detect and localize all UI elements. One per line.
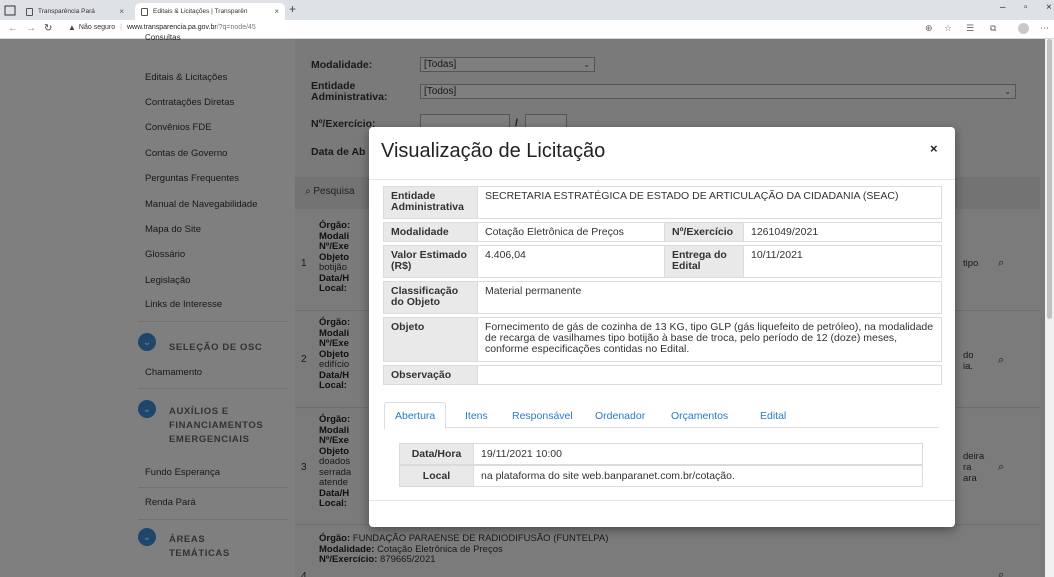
modal-title: Visualização de Licitação [381, 140, 606, 162]
browser-tab-bar: Transparência Pará × Editais & Licitaçõe… [0, 0, 1054, 20]
zoom-icon[interactable]: ⊕ [925, 23, 933, 34]
local-value: na plataforma do site web.banparanet.com… [473, 465, 923, 487]
url-field[interactable]: ▲ Não seguro | www.transparencia.pa.gov.… [68, 23, 256, 32]
licitacao-modal: Visualização de Licitação × Entidade Adm… [369, 127, 955, 527]
minimize-icon[interactable]: – [1000, 2, 1006, 13]
observacao-value [477, 365, 942, 385]
url-separator: | [120, 24, 122, 31]
classificacao-value: Material permanente [477, 281, 942, 314]
favorite-icon[interactable]: ☆ [944, 23, 952, 34]
modalidade-label: Modalidade [383, 222, 478, 242]
page-scrollbar[interactable] [1045, 39, 1054, 577]
tab-title: Transparência Pará [38, 8, 95, 15]
url-path: /?q=node/45 [216, 24, 256, 31]
tab-edital[interactable]: Edital [749, 402, 797, 428]
objeto-label: Objeto [383, 317, 478, 362]
close-window-icon[interactable]: × [1046, 2, 1052, 13]
tab-responsavel[interactable]: Responsável [501, 402, 584, 428]
forward-icon[interactable]: → [26, 23, 36, 34]
classificacao-label: Classificação do Objeto [383, 281, 478, 314]
data-hora-value: 19/11/2021 10:00 [473, 443, 923, 465]
valor-value: 4.406,04 [477, 245, 665, 278]
entrega-label: Entrega do Edital [664, 245, 744, 278]
exercicio-value: 1261049/2021 [743, 222, 942, 242]
page-icon [26, 7, 33, 16]
profile-avatar[interactable] [1018, 23, 1029, 34]
url-host: www.transparencia.pa.gov.br [126, 24, 217, 31]
reload-icon[interactable]: ↻ [44, 23, 52, 34]
modalidade-value: Cotação Eletrônica de Preços [477, 222, 665, 242]
observacao-label: Observação [383, 365, 478, 385]
tab-abertura[interactable]: Abertura [384, 402, 447, 429]
page-icon [141, 7, 148, 16]
local-label: Local [399, 465, 474, 487]
close-icon[interactable]: × [930, 141, 938, 156]
entrega-value: 10/11/2021 [743, 245, 942, 278]
valor-label: Valor Estimado (R$) [383, 245, 478, 278]
modal-footer-divider [369, 500, 955, 501]
tab-title: Editais & Licitações | Transparên [153, 8, 248, 15]
exercicio-label: Nº/Exercício [664, 222, 744, 242]
warning-icon: ▲ [68, 23, 76, 32]
back-icon[interactable]: ← [8, 23, 18, 34]
browser-tab-transparencia[interactable]: Transparência Pará × [20, 3, 130, 20]
security-label: Não seguro [78, 24, 116, 31]
window-menu-icon[interactable] [4, 3, 18, 16]
tab-itens[interactable]: Itens [454, 402, 499, 428]
new-tab-button[interactable]: + [289, 2, 296, 16]
data-hora-label: Data/Hora [399, 443, 474, 465]
scrollbar-thumb[interactable] [1047, 39, 1052, 319]
close-tab-icon[interactable]: × [119, 7, 124, 16]
tab-orcamentos[interactable]: Orçamentos [660, 402, 739, 428]
entidade-label: Entidade Administrativa [383, 186, 478, 219]
entidade-value: SECRETARIA ESTRATÉGICA DE ESTADO DE ARTI… [477, 186, 942, 219]
close-tab-icon[interactable]: × [274, 7, 279, 16]
detail-tabs: Abertura Itens Responsável Ordenador Orç… [384, 402, 939, 429]
modal-divider [369, 179, 955, 180]
more-icon[interactable]: ⋯ [1040, 23, 1049, 34]
objeto-value: Fornecimento de gás de cozinha de 13 KG,… [477, 317, 942, 362]
favorites-bar-icon[interactable]: ☰ [966, 23, 974, 34]
browser-tab-editais[interactable]: Editais & Licitações | Transparên × [135, 3, 285, 20]
collections-icon[interactable]: ⧉ [990, 23, 996, 34]
tab-ordenador[interactable]: Ordenador [584, 402, 656, 428]
restore-icon[interactable]: ▫ [1024, 2, 1028, 13]
